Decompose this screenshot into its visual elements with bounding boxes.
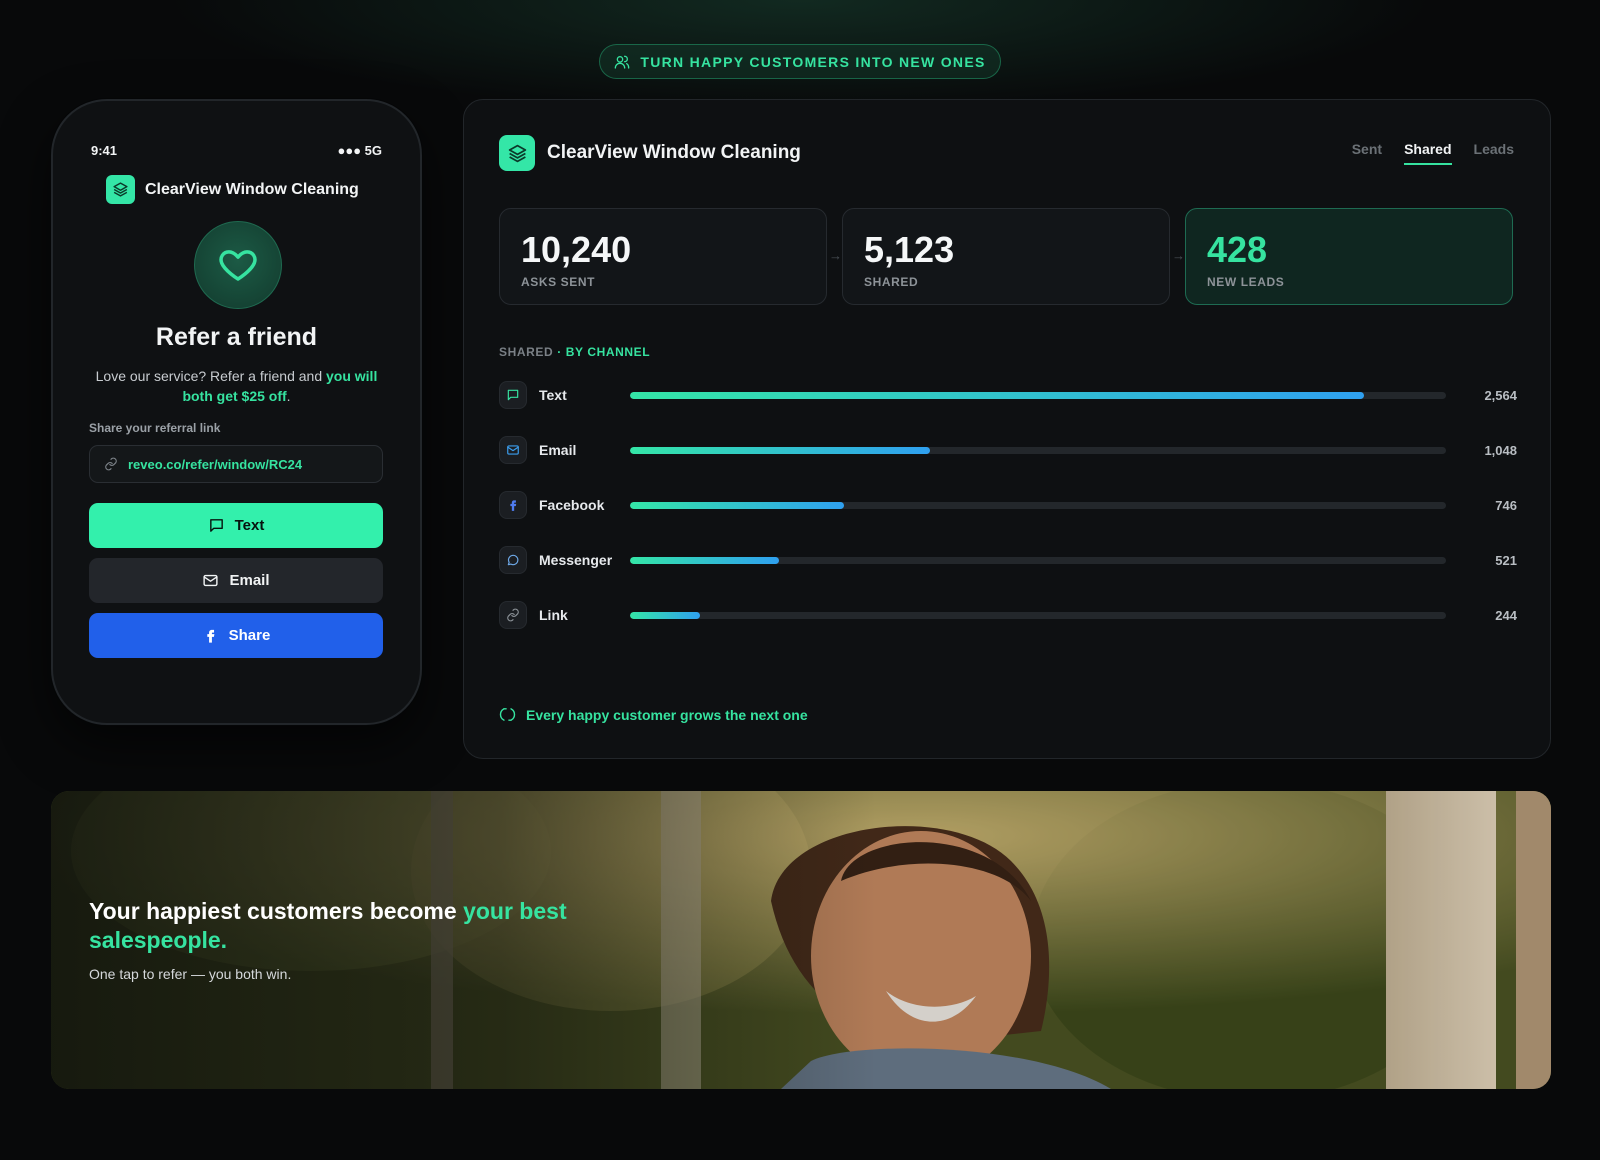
arrow-right-icon: →: [1172, 248, 1185, 263]
phone-title: Refer a friend: [155, 323, 318, 351]
phone-brand-name: ClearView Window Cleaning: [145, 180, 359, 198]
link-icon: [105, 457, 117, 471]
phone-description: Love our service? Refer a friend and you…: [89, 366, 384, 406]
banner-title: Your happiest customers become your best…: [89, 897, 609, 955]
channel-name: Email: [539, 442, 577, 458]
share-via-facebook-button[interactable]: Share: [89, 613, 383, 658]
channel-row-facebook: Facebook 746: [499, 490, 1517, 520]
channel-bar-fill: [630, 557, 780, 564]
referral-dashboard: ClearView Window Cleaning Sent Shared Le…: [463, 99, 1551, 759]
headline-pill-label: TURN HAPPY CUSTOMERS INTO NEW ONES: [640, 53, 986, 70]
channel-bar-track: [630, 502, 1446, 509]
stat-card-asks-sent: 10,240 ASKS SENT: [499, 208, 827, 305]
refresh-icon: [499, 708, 516, 721]
channel-bar-track: [630, 392, 1446, 399]
stat-value: 5,123: [864, 229, 955, 270]
facebook-icon: [206, 629, 215, 643]
phone-status-bar: 9:41 ●●● 5G: [91, 143, 382, 158]
footer-note: Every happy customer grows the next one: [499, 706, 808, 723]
banner-subtitle: One tap to refer — you both win.: [89, 966, 292, 982]
channel-value: 244: [1495, 608, 1517, 623]
facebook-icon: [499, 491, 527, 519]
mail-icon: [499, 436, 527, 464]
channel-row-link: Link 244: [499, 600, 1517, 630]
heart-icon: [194, 221, 282, 309]
channel-bar-track: [630, 557, 1446, 564]
message-circle-icon: [499, 546, 527, 574]
channel-value: 521: [1495, 553, 1517, 568]
dashboard-tabs: Sent Shared Leads: [1352, 141, 1514, 165]
email-button-label: Email: [229, 572, 270, 589]
layers-logo-icon: [499, 135, 535, 171]
channel-name: Text: [539, 387, 567, 403]
status-signal: ●●● 5G: [337, 143, 382, 158]
referral-link-field[interactable]: reveo.co/refer/window/RC24: [89, 445, 383, 483]
message-square-icon: [209, 519, 223, 532]
arrow-right-icon: →: [829, 248, 842, 263]
referral-link-label: Share your referral link: [89, 421, 221, 435]
channel-row-email: Email 1,048: [499, 435, 1517, 465]
channel-value: 2,564: [1484, 388, 1517, 403]
link-icon: [499, 601, 527, 629]
channel-bar-fill: [630, 612, 700, 619]
stat-value: 428: [1207, 229, 1268, 270]
channel-name: Link: [539, 607, 568, 623]
stat-card-shared: 5,123 SHARED: [842, 208, 1170, 305]
channel-value: 746: [1495, 498, 1517, 513]
stat-value: 10,240: [521, 229, 632, 270]
tab-shared[interactable]: Shared: [1404, 141, 1452, 165]
dashboard-brand: ClearView Window Cleaning: [499, 135, 801, 171]
share-via-text-button[interactable]: Text: [89, 503, 383, 548]
share-via-email-button[interactable]: Email: [89, 558, 383, 603]
footer-note-text: Every happy customer grows the next one: [526, 706, 808, 723]
phone-brand: ClearView Window Cleaning: [106, 175, 359, 204]
channel-bar-track: [630, 612, 1446, 619]
section-label: SHARED · BY CHANNEL: [499, 345, 650, 359]
section-label-highlight: · BY CHANNEL: [557, 345, 651, 359]
tab-sent[interactable]: Sent: [1352, 141, 1382, 165]
channel-bar-track: [630, 447, 1446, 454]
headline-pill: TURN HAPPY CUSTOMERS INTO NEW ONES: [599, 44, 1001, 79]
stat-label: SHARED: [864, 275, 919, 289]
tab-leads[interactable]: Leads: [1474, 141, 1514, 165]
section-label-text: SHARED: [499, 345, 554, 359]
stat-label: ASKS SENT: [521, 275, 596, 289]
desc-end: .: [286, 388, 291, 404]
stat-card-new-leads: 428 NEW LEADS: [1185, 208, 1513, 305]
channel-bar-fill: [630, 447, 931, 454]
users-icon: [615, 55, 630, 69]
layers-logo-icon: [106, 175, 135, 204]
mail-icon: [203, 574, 219, 587]
message-square-icon: [499, 381, 527, 409]
channel-row-text: Text 2,564: [499, 380, 1517, 410]
channel-row-messenger: Messenger 521: [499, 545, 1517, 575]
stat-label: NEW LEADS: [1207, 275, 1285, 289]
referral-link-value: reveo.co/refer/window/RC24: [128, 456, 303, 472]
hero-banner: Your happiest customers become your best…: [51, 791, 1551, 1089]
channel-bar-fill: [630, 502, 844, 509]
desc-text: Love our service? Refer a friend and: [95, 368, 326, 384]
channel-value: 1,048: [1484, 443, 1517, 458]
channel-bar-fill: [630, 392, 1365, 399]
status-time: 9:41: [91, 143, 118, 158]
text-button-label: Text: [234, 517, 265, 534]
phone-mockup: 9:41 ●●● 5G ClearView Window Cleaning Re…: [51, 99, 422, 725]
dashboard-brand-name: ClearView Window Cleaning: [547, 142, 801, 163]
channel-name: Facebook: [539, 497, 605, 513]
channel-name: Messenger: [539, 552, 613, 568]
share-button-label: Share: [228, 627, 271, 644]
banner-title-text: Your happiest customers become: [89, 898, 464, 924]
